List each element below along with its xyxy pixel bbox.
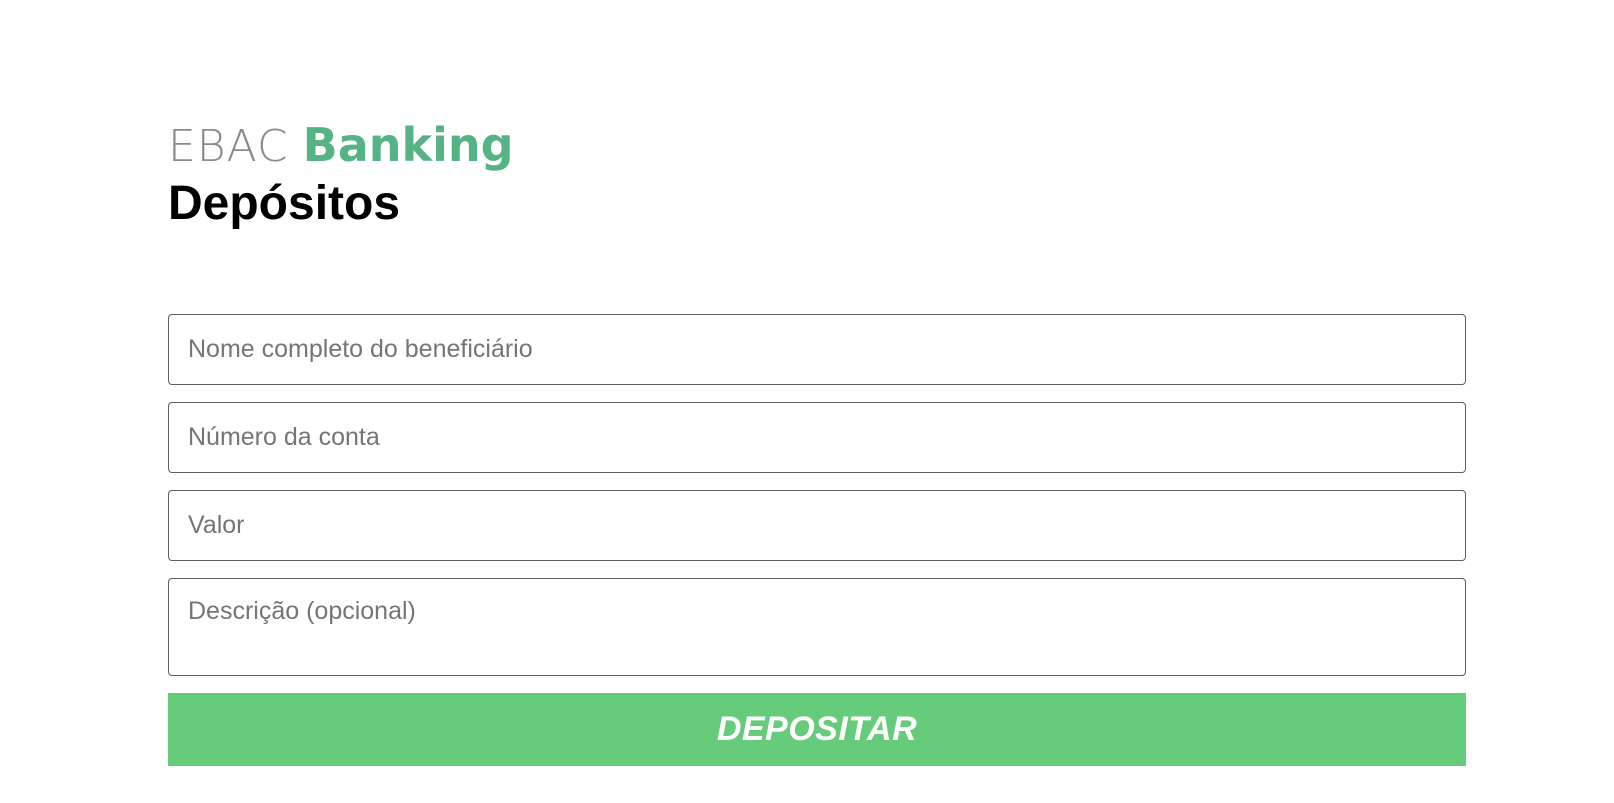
amount-input[interactable] <box>168 490 1466 561</box>
deposit-form: DEPOSITAR <box>168 314 1466 766</box>
deposit-page: EBAC Banking Depósitos DEPOSITAR <box>0 0 1614 803</box>
account-number-input[interactable] <box>168 402 1466 473</box>
description-textarea[interactable] <box>168 578 1466 676</box>
logo-text-ebac: EBAC <box>168 121 289 172</box>
beneficiary-name-input[interactable] <box>168 314 1466 385</box>
deposit-submit-button[interactable]: DEPOSITAR <box>168 693 1466 766</box>
ebac-banking-logo: EBAC Banking <box>168 118 514 172</box>
page-title: Depósitos <box>168 177 401 230</box>
logo-text-banking: Banking <box>302 118 514 172</box>
